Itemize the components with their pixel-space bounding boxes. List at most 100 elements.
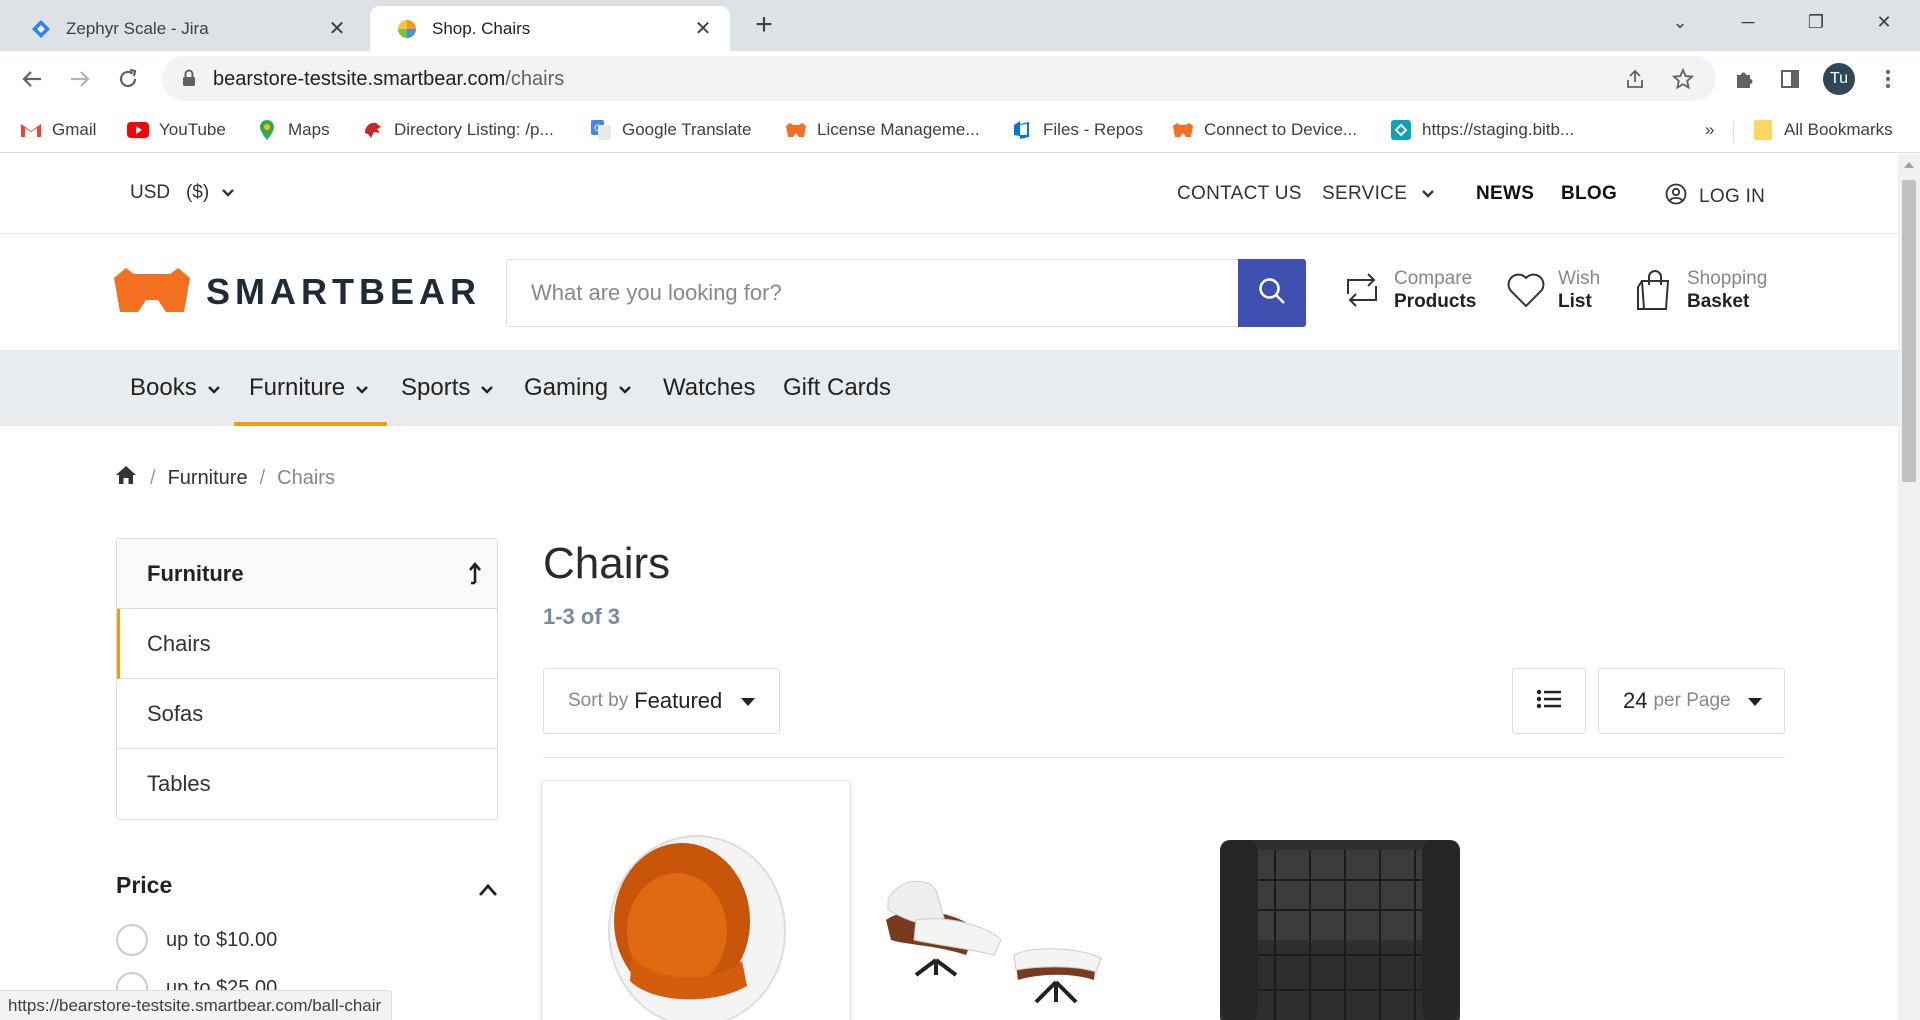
bookmark-license-management[interactable]: License Manageme... [785, 116, 980, 144]
chevron-down-icon [1421, 183, 1435, 204]
currency-selector[interactable]: USD ($) [130, 182, 235, 204]
new-tab-button[interactable]: + [748, 10, 780, 42]
sort-label: Sort by [568, 690, 629, 711]
smartbear-logo[interactable]: SMARTBEAR [112, 266, 481, 317]
sidebar-item-sofas[interactable]: Sofas [117, 679, 497, 749]
list-view-button[interactable] [1512, 668, 1586, 734]
bookmark-label: Connect to Device... [1204, 120, 1358, 139]
menu-kebab-icon[interactable] [1870, 61, 1906, 97]
breadcrumb-current: Chairs [277, 466, 335, 489]
bookmark-youtube[interactable]: YouTube [127, 116, 226, 144]
url-text: bearstore-testsite.smartbear.com/chairs [213, 68, 564, 91]
bookmark-label: Google Translate [622, 120, 752, 139]
wish-list-button[interactable]: Wish List [1504, 267, 1600, 313]
reload-icon[interactable] [110, 61, 146, 97]
bookmark-files-repos[interactable]: Files - Repos [1011, 116, 1143, 144]
forward-arrow-icon[interactable] [62, 61, 98, 97]
nav-label: Gift Cards [783, 374, 892, 401]
search-button[interactable] [1238, 259, 1306, 327]
chevron-down-icon [221, 182, 235, 204]
service-label: SERVICE [1322, 183, 1408, 204]
sidebar-item-tables[interactable]: Tables [117, 749, 497, 819]
site-header: SMARTBEAR CompareProducts WishList Shopp… [0, 234, 1898, 350]
nav-watches[interactable]: Watches [663, 350, 755, 426]
translate-icon: G [590, 119, 612, 141]
sidebar-parent-furniture[interactable]: Furniture [117, 539, 497, 609]
tab-search-chevron-icon[interactable]: ⌄ [1658, 6, 1702, 38]
nav-furniture[interactable]: Furniture [249, 350, 369, 426]
nav-label: Furniture [249, 374, 346, 401]
ball-chair-image[interactable] [542, 781, 852, 1020]
window-close-button[interactable]: ✕ [1862, 6, 1906, 38]
news-link[interactable]: NEWS [1476, 183, 1534, 205]
category-nav: Books Furniture Sports Gaming Watches Gi… [0, 350, 1898, 426]
leather-armchair-image[interactable] [1180, 780, 1490, 1020]
price-filter-header[interactable]: Price [116, 872, 500, 899]
web-page: USD ($) CONTACT US SERVICE NEWS BLOG LOG… [0, 154, 1898, 1020]
bookmarks-divider [1733, 121, 1734, 143]
url-host: bearstore-testsite.smartbear.com [213, 68, 506, 90]
nav-gift-cards[interactable]: Gift Cards [783, 350, 891, 426]
profile-avatar[interactable]: Tu [1823, 63, 1855, 95]
wish-line1: Wish [1558, 268, 1601, 289]
per-page-dropdown[interactable]: 24 per Page [1598, 668, 1785, 734]
close-icon[interactable]: ✕ [692, 18, 714, 40]
product-card-lounge-chair[interactable] [866, 780, 1176, 1020]
smartbear-icon [1172, 119, 1194, 141]
nav-books[interactable]: Books [130, 350, 221, 426]
nav-sports[interactable]: Sports [401, 350, 494, 426]
breadcrumb-separator: / [150, 466, 156, 489]
price-option-10[interactable]: up to $10.00 [116, 924, 277, 956]
sort-dropdown[interactable]: Sort by Featured [543, 668, 780, 734]
search-input[interactable] [507, 260, 1237, 326]
close-icon[interactable]: ✕ [326, 18, 348, 40]
login-link[interactable]: LOG IN [1665, 183, 1765, 211]
restore-button[interactable]: ❐ [1794, 6, 1838, 38]
compare-products-button[interactable]: Compare Products [1340, 267, 1476, 313]
level-up-arrow-icon[interactable] [467, 561, 483, 591]
heart-icon [1504, 268, 1548, 312]
nav-gaming[interactable]: Gaming [524, 350, 632, 426]
url-path: /chairs [505, 68, 565, 90]
back-arrow-icon[interactable] [14, 61, 50, 97]
service-menu[interactable]: SERVICE [1322, 183, 1435, 205]
product-card-ball-chair[interactable] [541, 780, 851, 1020]
sidebar-parent-label: Furniture [147, 560, 244, 586]
side-panel-icon[interactable] [1772, 61, 1808, 97]
bookmark-connect-to-device[interactable]: Connect to Device... [1172, 116, 1357, 144]
currency-label: USD ($) [130, 182, 210, 203]
bookmark-maps[interactable]: Maps [256, 116, 330, 144]
chevron-down-icon [618, 374, 632, 402]
tab-zephyr-scale-jira[interactable]: Zephyr Scale - Jira ✕ [4, 6, 364, 51]
page-scrollbar[interactable] [1898, 154, 1920, 1020]
price-option-label: up to $10.00 [166, 928, 278, 951]
bookmark-star-icon[interactable] [1668, 64, 1698, 94]
bookmark-directory-listing[interactable]: Directory Listing: /p... [362, 116, 554, 144]
sidebar-item-chairs[interactable]: Chairs [117, 609, 497, 679]
scroll-up-arrow-icon[interactable] [1904, 162, 1914, 168]
nav-label: Sports [401, 374, 471, 401]
bookmark-gmail[interactable]: Gmail [20, 116, 96, 144]
product-card-leather-armchair[interactable] [1180, 780, 1490, 1020]
home-icon[interactable] [114, 464, 138, 492]
radio-button[interactable] [116, 924, 148, 956]
shopping-basket-button[interactable]: Shopping Basket [1633, 267, 1767, 313]
scrollbar-thumb[interactable] [1902, 180, 1916, 482]
category-sidebar: Furniture Chairs Sofas Tables [116, 538, 498, 820]
bookmark-label: Maps [288, 120, 330, 139]
bookmark-staging-bitbar[interactable]: https://staging.bitb... [1390, 116, 1574, 144]
bookmark-google-translate[interactable]: G Google Translate [590, 116, 751, 144]
minimize-button[interactable]: ─ [1726, 6, 1770, 38]
tab-shop-chairs[interactable]: Shop. Chairs ✕ [370, 6, 730, 51]
address-bar[interactable]: bearstore-testsite.smartbear.com/chairs [162, 56, 1716, 101]
share-icon[interactable] [1620, 64, 1650, 94]
search-box [506, 259, 1306, 327]
extensions-icon[interactable] [1726, 61, 1762, 97]
breadcrumb-furniture[interactable]: Furniture [168, 467, 248, 490]
blog-link[interactable]: BLOG [1561, 183, 1617, 205]
contact-us-link[interactable]: CONTACT US [1177, 183, 1302, 205]
bookmarks-overflow-button[interactable]: » [1705, 116, 1714, 144]
all-bookmarks-button[interactable]: All Bookmarks [1752, 116, 1893, 144]
lounge-chair-image[interactable] [866, 780, 1176, 1020]
divider [543, 757, 1785, 758]
